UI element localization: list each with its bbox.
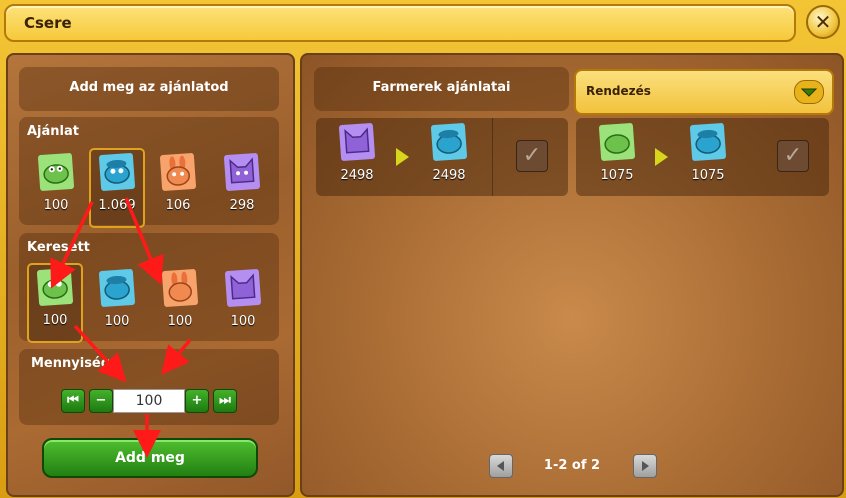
wanted-item-amount: 100 xyxy=(167,314,193,329)
blue-hippo-icon xyxy=(98,268,136,308)
sort-label: Rendezés xyxy=(586,84,651,98)
next-page-button[interactable] xyxy=(633,454,657,478)
quantity-min-button[interactable]: ⏮ xyxy=(61,389,85,413)
purple-cat-icon xyxy=(223,152,261,192)
green-croc-icon xyxy=(37,152,75,192)
blue-hippo-icon xyxy=(689,122,727,162)
farmer-offer-row: 1075 1075 ✓ xyxy=(576,118,829,196)
title-bar: Csere xyxy=(4,4,796,42)
orange-rabbit-icon xyxy=(159,152,197,192)
quantity-decrease-button[interactable]: − xyxy=(89,389,113,413)
offer-get-item: 2498 xyxy=(423,120,475,196)
wanted-item-orange-rabbit[interactable]: 100 xyxy=(154,266,206,342)
offer-item-amount: 298 xyxy=(229,198,255,213)
quantity-input[interactable]: 100 xyxy=(113,389,185,413)
close-button[interactable]: ✕ xyxy=(806,5,840,39)
offer-item-green-croc[interactable]: 100 xyxy=(30,150,82,226)
wanted-item-green-croc[interactable]: 100 xyxy=(27,263,83,343)
wanted-item-purple-cat[interactable]: 100 xyxy=(217,266,269,342)
farmer-offers-header-box: Farmerek ajánlatai xyxy=(314,67,569,111)
green-croc-icon xyxy=(598,122,636,162)
offer-give-amount: 2498 xyxy=(340,168,374,183)
prev-page-button[interactable] xyxy=(489,454,513,478)
window-title: Csere xyxy=(24,14,72,32)
wanted-item-amount: 100 xyxy=(42,313,68,328)
accept-offer-button[interactable]: ✓ xyxy=(777,140,809,172)
sort-dropdown[interactable]: Rendezés xyxy=(574,69,834,115)
green-croc-icon xyxy=(36,267,74,307)
accept-offer-button[interactable]: ✓ xyxy=(516,140,548,172)
offer-give-item: 1075 xyxy=(591,120,643,196)
arrow-right-icon xyxy=(655,148,668,166)
wanted-item-amount: 100 xyxy=(104,314,130,329)
purple-cat-icon xyxy=(338,122,376,162)
offer-get-item: 1075 xyxy=(682,120,734,196)
offer-section-label: Ajánlat xyxy=(27,124,79,139)
blue-hippo-icon xyxy=(430,122,468,162)
farmer-offer-row: 2498 2498 ✓ xyxy=(316,118,568,196)
offer-item-purple-cat[interactable]: 298 xyxy=(216,150,268,226)
offer-item-orange-rabbit[interactable]: 106 xyxy=(152,150,204,226)
wanted-item-amount: 100 xyxy=(230,314,256,329)
offer-item-amount: 1.069 xyxy=(98,198,136,213)
offer-builder-header: Add meg az ajánlatod xyxy=(69,80,229,95)
offer-get-amount: 1075 xyxy=(691,168,725,183)
purple-cat-icon xyxy=(224,268,262,308)
wanted-item-blue-hippo[interactable]: 100 xyxy=(91,266,143,342)
offer-item-blue-hippo[interactable]: 1.069 xyxy=(89,148,145,228)
offer-give-amount: 1075 xyxy=(600,168,634,183)
offer-give-item: 2498 xyxy=(331,120,383,196)
pagination-label: 1-2 of 2 xyxy=(543,458,601,473)
farmer-offers-header: Farmerek ajánlatai xyxy=(372,80,511,95)
orange-rabbit-icon xyxy=(161,268,199,308)
wanted-section-label: Keresett xyxy=(27,240,90,255)
window-frame: Csere ✕ Add meg az ajánlatod Ajánlat Ker… xyxy=(0,0,846,498)
arrow-right-icon xyxy=(396,148,409,166)
divider xyxy=(492,118,493,196)
quantity-max-button[interactable]: ⏭ xyxy=(213,389,237,413)
offer-item-amount: 100 xyxy=(43,198,69,213)
quantity-label: Mennyiség xyxy=(31,356,111,371)
quantity-increase-button[interactable]: + xyxy=(185,389,209,413)
offer-item-amount: 106 xyxy=(165,198,191,213)
add-offer-button[interactable]: Add meg xyxy=(42,438,258,478)
chevron-down-icon xyxy=(794,80,824,104)
offer-get-amount: 2498 xyxy=(432,168,466,183)
offer-builder-header-box: Add meg az ajánlatod xyxy=(19,67,279,111)
blue-hippo-icon xyxy=(98,152,136,192)
